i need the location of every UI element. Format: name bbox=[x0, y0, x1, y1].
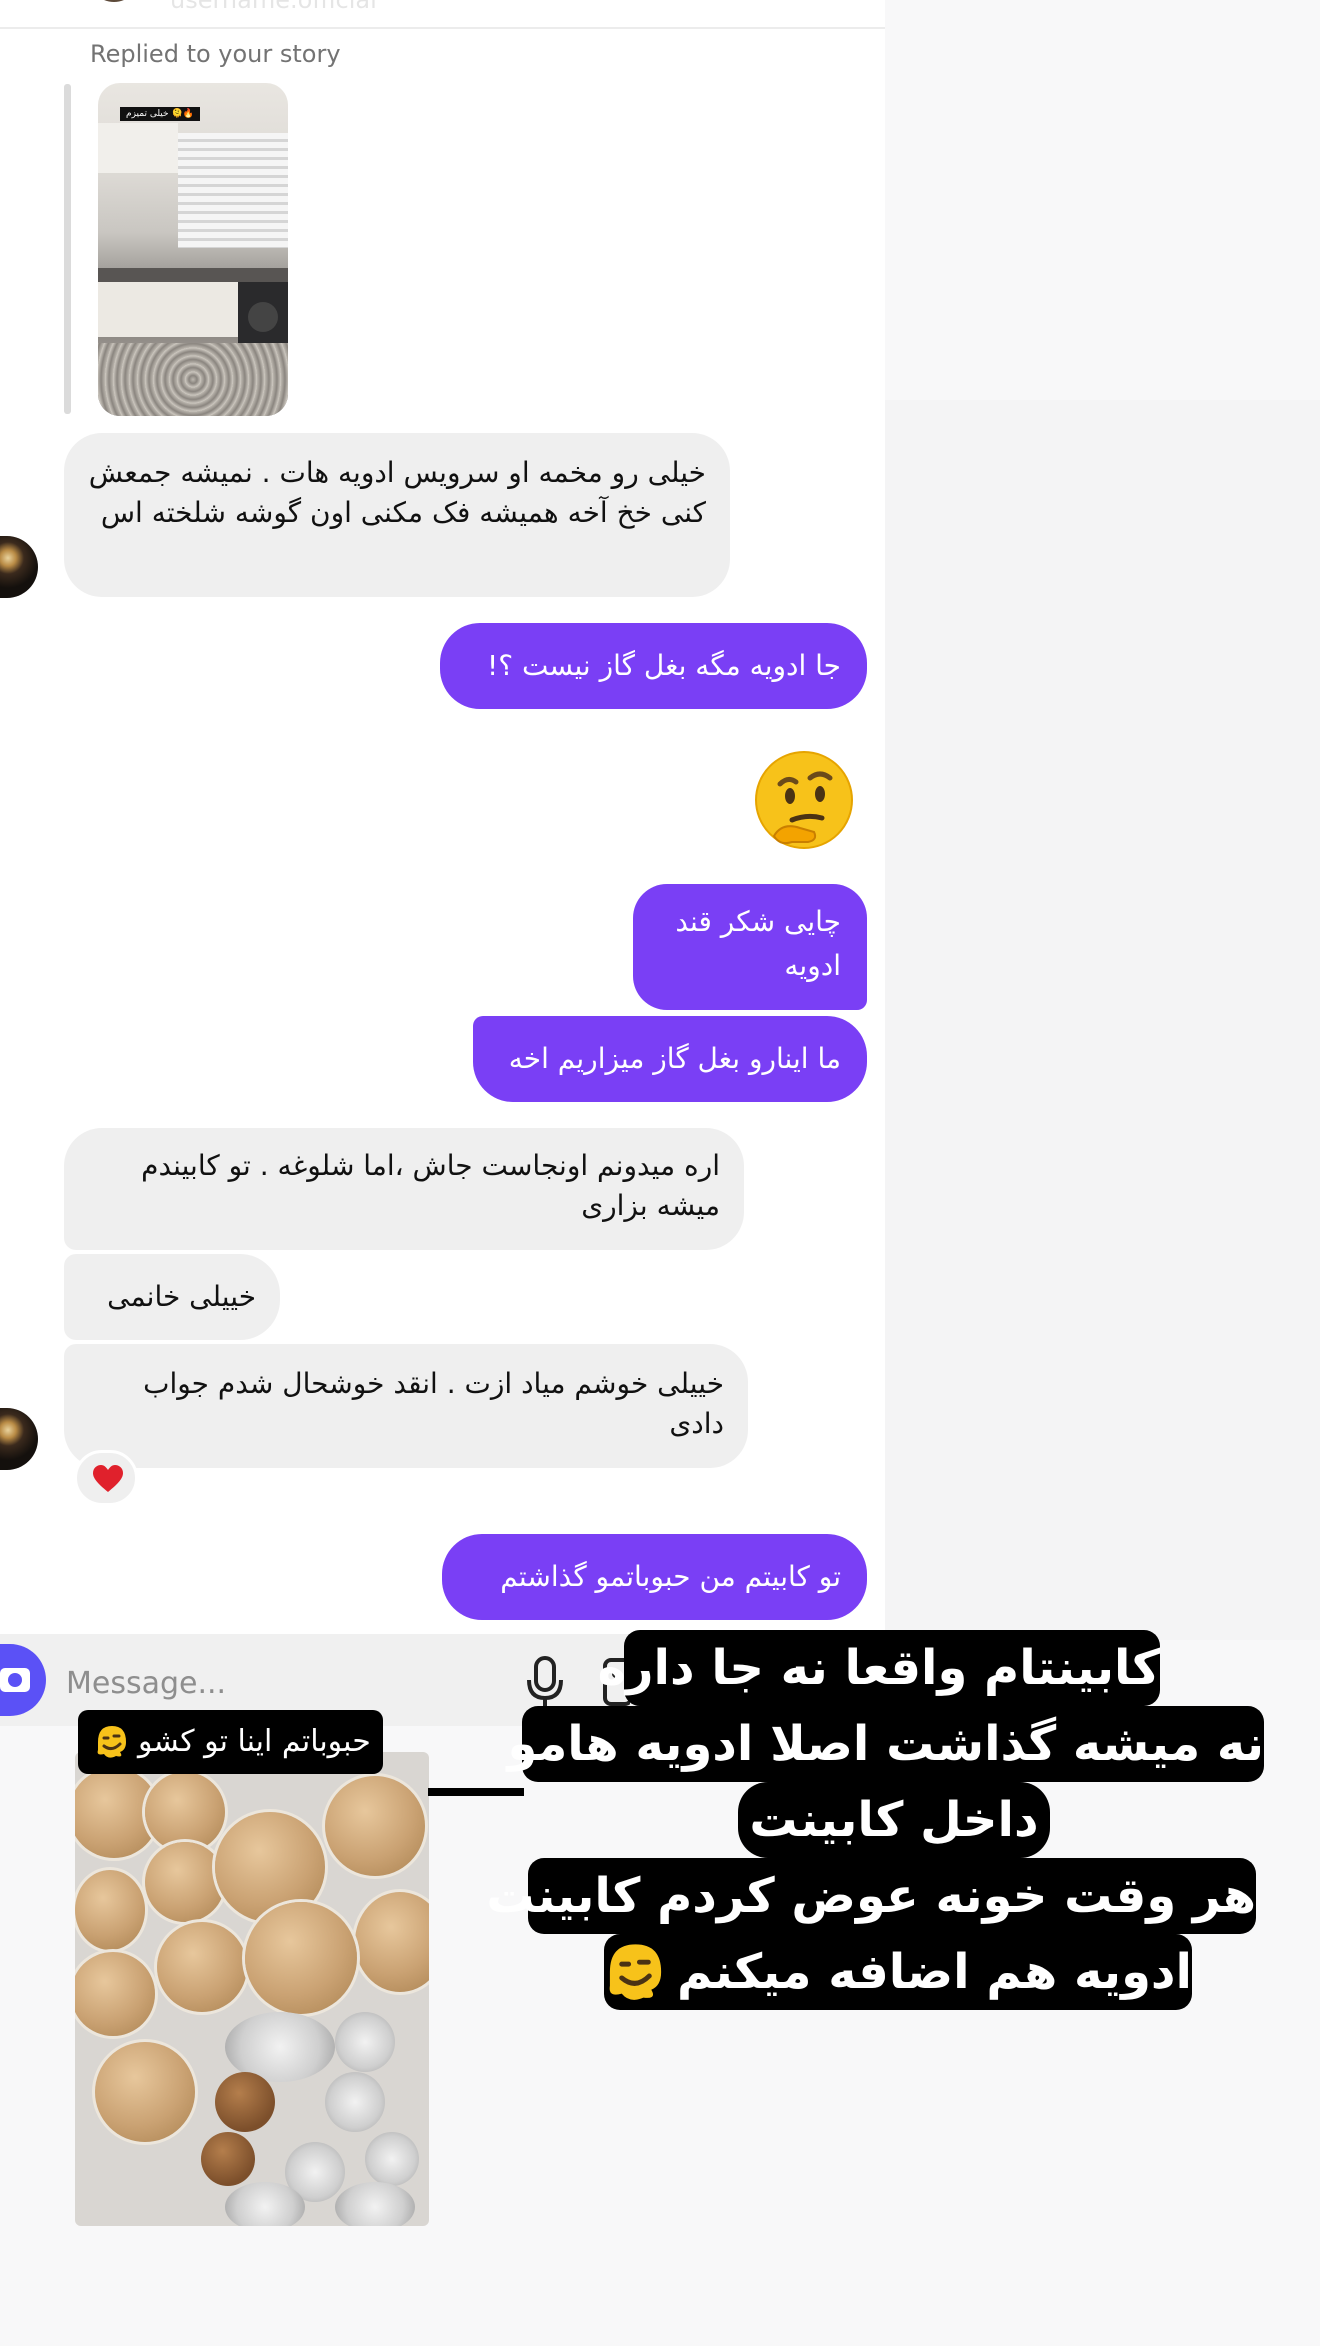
message-text: جا ادویه مگه بغل گاز نیست ؟! bbox=[487, 649, 841, 682]
melting-face-icon bbox=[97, 1726, 126, 1758]
caption-line: کابینتام واقعا نه جا داره bbox=[598, 1630, 1160, 1706]
caption-line: نه میشه گذاشت اصلا ادویه هامو bbox=[507, 1706, 1264, 1782]
incoming-message[interactable]: خییلی خوشم میاد ازت . انقد خوشحال شدم جو… bbox=[64, 1344, 748, 1468]
red-heart-icon bbox=[93, 1465, 123, 1492]
caption-line: داخل کابینت bbox=[738, 1782, 1050, 1858]
camera-icon bbox=[0, 1668, 30, 1692]
message-text: تو کابیتم من حبوباتمو گذاشتم bbox=[500, 1560, 841, 1593]
divider bbox=[0, 27, 885, 29]
message-reaction[interactable] bbox=[74, 1450, 138, 1506]
drawer-caption: حبوباتم اینا تو کشو bbox=[78, 1710, 383, 1774]
incoming-message[interactable]: خییلی خانمی bbox=[64, 1254, 280, 1340]
header-username: username.official bbox=[170, 0, 377, 14]
message-input[interactable] bbox=[64, 1660, 508, 1706]
message-text: خییلی خوشم میاد ازت . انقد خوشحال شدم جو… bbox=[143, 1367, 724, 1440]
message-text: ما اینارو بغل گاز میزاریم اخه bbox=[508, 1042, 841, 1075]
message-text: اره میدونم اونجاست جاش ،اما شلوغه . تو ک… bbox=[141, 1149, 720, 1222]
story-sticker: خیلی تمیزم 🫠🔥 bbox=[120, 107, 200, 121]
replied-to-story-label: Replied to your story bbox=[90, 40, 341, 68]
caption-line-last: ادویه هم اضافه میکنم bbox=[604, 1934, 1192, 2010]
caption-line: هر وقت خونه عوض کردم کابینت bbox=[486, 1858, 1256, 1934]
caption-line: ادویه هم اضافه میکنم bbox=[677, 1944, 1192, 2000]
thinking-face-icon[interactable] bbox=[752, 748, 862, 858]
incoming-message[interactable]: خیلی رو مخمه او سرویس ادویه هات . نمیشه … bbox=[64, 433, 730, 597]
message-text: چایی شکر قند ادویه bbox=[675, 905, 841, 982]
melting-face-icon bbox=[609, 1944, 662, 2000]
story-thumbnail[interactable]: خیلی تمیزم 🫠🔥 bbox=[98, 83, 288, 416]
drawer-caption-text: حبوباتم اینا تو کشو bbox=[138, 1724, 371, 1759]
story-caption: کابینتام واقعا نه جا داره نه میشه گذاشت … bbox=[486, 1630, 1265, 2050]
outgoing-message[interactable]: چایی شکر قند ادویه bbox=[633, 884, 867, 1010]
drawer-photo bbox=[75, 1752, 429, 2226]
message-text: خییلی خانمی bbox=[107, 1280, 256, 1313]
outgoing-message[interactable]: ما اینارو بغل گاز میزاریم اخه bbox=[473, 1016, 867, 1102]
reply-quote-bar bbox=[64, 84, 71, 414]
connector-line bbox=[428, 1788, 524, 1796]
outgoing-message[interactable]: تو کابیتم من حبوباتمو گذاشتم bbox=[442, 1534, 867, 1620]
incoming-message[interactable]: اره میدونم اونجاست جاش ،اما شلوغه . تو ک… bbox=[64, 1128, 744, 1250]
outgoing-message[interactable]: جا ادویه مگه بغل گاز نیست ؟! bbox=[440, 623, 867, 709]
background-region bbox=[885, 400, 1320, 1640]
camera-button[interactable] bbox=[0, 1644, 46, 1716]
message-text: خیلی رو مخمه او سرویس ادویه هات . نمیشه … bbox=[88, 456, 706, 529]
